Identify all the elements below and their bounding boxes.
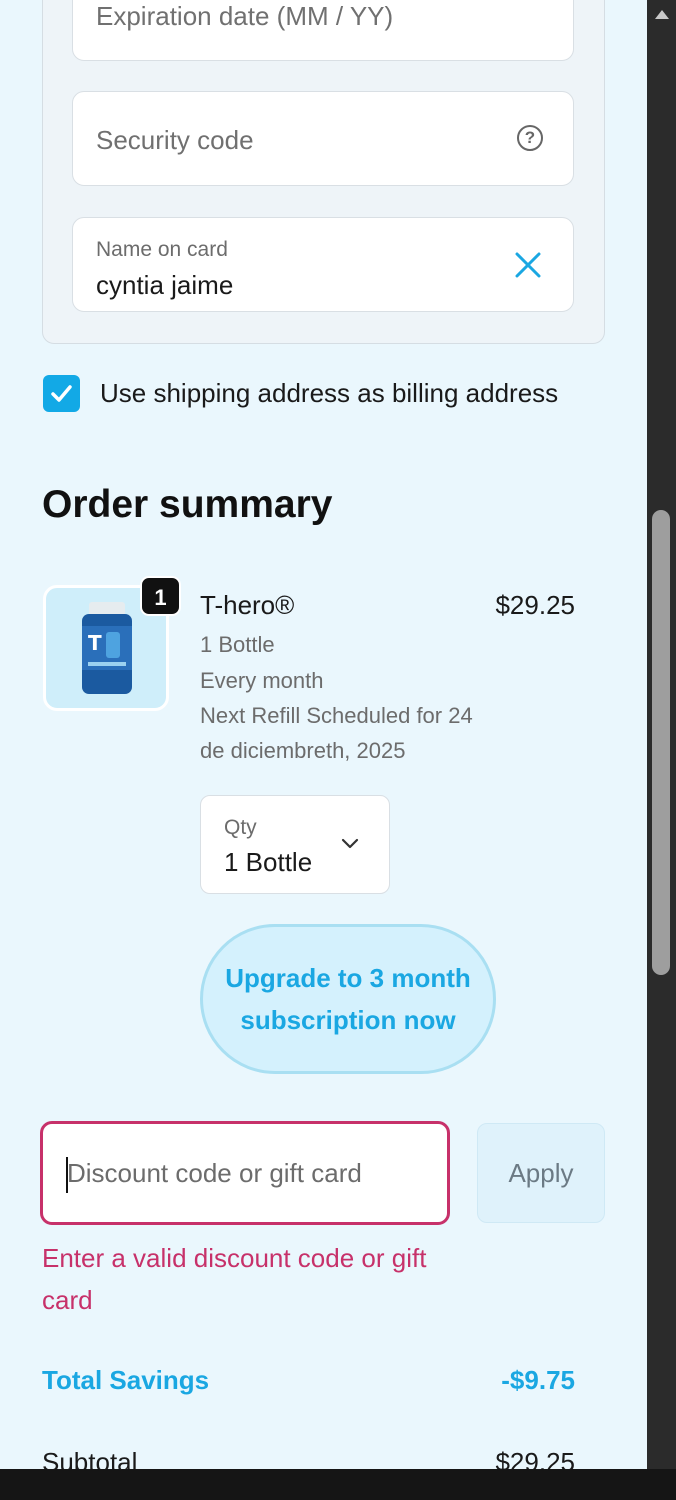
expiration-date-placeholder: Expiration date (MM / YY) (96, 1, 394, 31)
upgrade-subscription-label: Upgrade to 3 month subscription now (225, 963, 471, 1035)
checkout-page: Expiration date (MM / YY) Security code … (0, 0, 647, 1469)
quantity-select-value: 1 Bottle (224, 847, 313, 877)
total-savings-value: -$9.75 (501, 1365, 575, 1395)
text-cursor (66, 1157, 68, 1193)
security-code-field[interactable]: Security code ? (72, 91, 574, 186)
billing-address-checkbox[interactable] (43, 375, 80, 412)
quantity-badge: 1 (140, 576, 181, 616)
apply-discount-button[interactable]: Apply (477, 1123, 605, 1223)
question-circle-icon[interactable]: ? (517, 125, 543, 151)
scroll-up-arrow-icon[interactable] (655, 10, 669, 19)
discount-error-message: Enter a valid discount code or gift card (42, 1243, 427, 1315)
billing-address-label[interactable]: Use shipping address as billing address (100, 378, 558, 409)
name-on-card-label: Name on card (96, 238, 228, 261)
order-summary-title: Order summary (42, 483, 333, 526)
quantity-select-label: Qty (224, 816, 257, 839)
discount-code-input[interactable] (40, 1121, 450, 1225)
subtotal-value: $29.25 (495, 1447, 575, 1469)
security-code-placeholder: Security code (96, 125, 254, 155)
product-detail-frequency: Every month (200, 668, 324, 693)
upgrade-subscription-button[interactable]: Upgrade to 3 month subscription now (200, 924, 496, 1074)
scrollbar-thumb[interactable] (652, 510, 670, 975)
total-savings-label: Total Savings (42, 1365, 210, 1395)
product-name: T-hero® (200, 590, 295, 620)
product-detail-refill-date: de diciembreth, 2025 (200, 738, 406, 763)
supplement-bottle-icon: T (82, 602, 132, 694)
name-on-card-field[interactable]: Name on card cyntia jaime (72, 217, 574, 312)
product-detail-size: 1 Bottle (200, 632, 275, 657)
expiration-date-field[interactable]: Expiration date (MM / YY) (72, 0, 574, 61)
checkmark-icon (51, 385, 72, 402)
chevron-down-icon (341, 838, 359, 849)
product-price: $29.25 (495, 590, 575, 620)
vertical-scrollbar[interactable] (647, 0, 676, 1469)
clear-x-icon[interactable] (513, 250, 543, 280)
product-detail-refill: Next Refill Scheduled for 24 (200, 703, 473, 728)
svg-text:T: T (88, 631, 102, 655)
subtotal-label: Subtotal (42, 1447, 138, 1469)
name-on-card-value: cyntia jaime (96, 270, 234, 300)
taskbar (0, 1469, 676, 1500)
quantity-select[interactable]: Qty 1 Bottle (200, 795, 390, 894)
